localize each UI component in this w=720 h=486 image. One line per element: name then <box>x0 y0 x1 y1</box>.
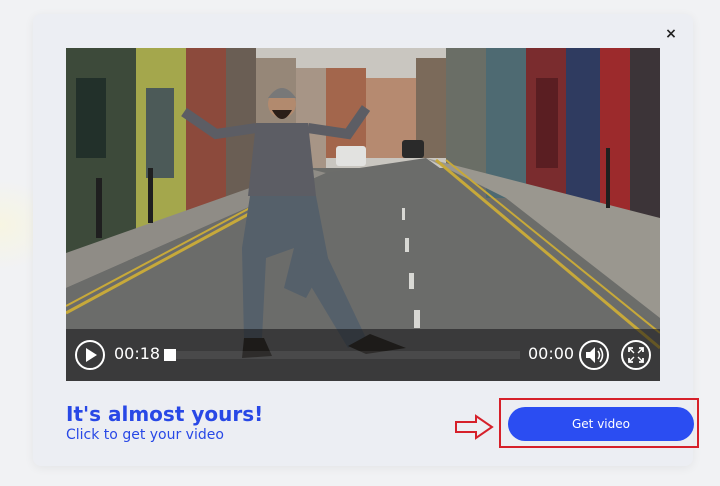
progress-track <box>164 351 520 359</box>
progress-handle[interactable] <box>164 349 176 361</box>
current-time: 00:18 <box>114 344 161 363</box>
video-modal: × 00:18 00:00 It's almost yours! Click t… <box>33 14 699 466</box>
fullscreen-icon[interactable] <box>620 339 652 371</box>
promo-section: It's almost yours! Click to get your vid… <box>66 398 699 452</box>
promo-subline: Click to get your video <box>66 427 224 443</box>
progress-bar[interactable] <box>164 349 520 361</box>
get-video-button[interactable]: Get video <box>508 407 694 441</box>
promo-headline: It's almost yours! <box>66 402 264 426</box>
duration: 00:00 <box>528 344 575 363</box>
close-button[interactable]: × <box>663 26 679 42</box>
play-icon[interactable] <box>74 339 106 371</box>
video-player[interactable]: 00:18 00:00 <box>66 48 660 381</box>
player-controls: 00:18 00:00 <box>66 329 660 381</box>
volume-icon[interactable] <box>578 339 610 371</box>
arrow-right-icon <box>455 414 494 440</box>
